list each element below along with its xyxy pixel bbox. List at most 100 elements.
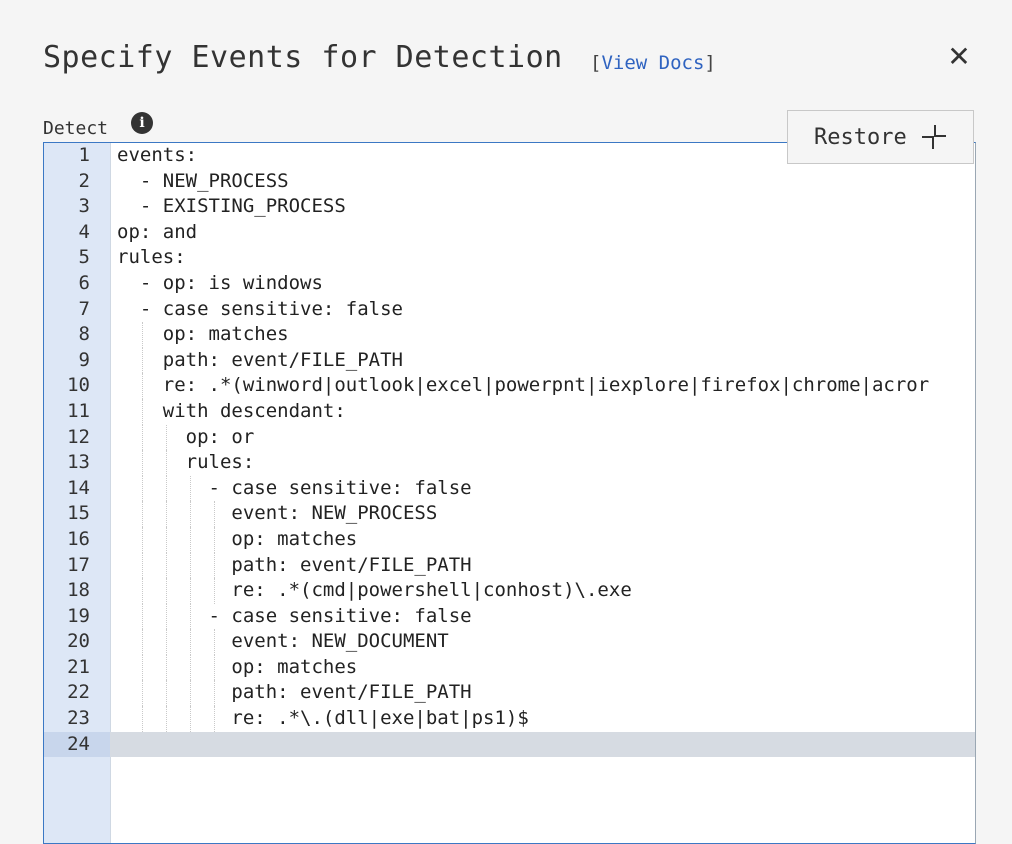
line-number-text: 23 bbox=[67, 707, 90, 730]
line-number: 3 bbox=[44, 194, 90, 220]
line-number: 13 bbox=[44, 450, 90, 476]
docs-bracket-open: [ bbox=[590, 52, 602, 74]
code-text: with descendant: bbox=[117, 399, 346, 422]
editor-line[interactable]: 21 op: matches bbox=[44, 654, 975, 681]
editor-line[interactable]: 13 rules: bbox=[44, 450, 975, 476]
code-text: rules: bbox=[117, 246, 186, 269]
code-text: - NEW_PROCESS bbox=[117, 169, 289, 192]
editor-line[interactable]: 5 rules: bbox=[44, 245, 975, 271]
line-number: 2 bbox=[44, 169, 90, 195]
code-text: - case sensitive: false bbox=[117, 297, 403, 320]
line-number-text: 16 bbox=[67, 527, 90, 550]
line-number: 19 bbox=[44, 604, 90, 630]
line-number: 20 bbox=[44, 629, 90, 655]
code-text: rules: bbox=[117, 451, 255, 474]
code-text: re: .*(winword|outlook|excel|powerpnt|ie… bbox=[117, 374, 930, 397]
code-text: path: event/FILE_PATH bbox=[117, 553, 472, 576]
line-number: 14 bbox=[44, 476, 90, 502]
editor-line[interactable]: 22 path: event/FILE_PATH bbox=[44, 680, 975, 707]
line-number-text: 15 bbox=[67, 502, 90, 525]
line-number-text: 20 bbox=[67, 630, 90, 653]
line-number: 11 bbox=[44, 399, 90, 425]
line-number: 12 bbox=[44, 425, 90, 451]
editor-line[interactable]: 6 - op: is windows bbox=[44, 271, 975, 297]
line-number: 15 bbox=[44, 501, 90, 527]
editor-line[interactable]: 24 bbox=[44, 731, 975, 758]
line-number-text: 5 bbox=[78, 246, 90, 269]
editor-line[interactable]: 23 re: .*\.(dll|exe|bat|ps1)$ bbox=[44, 706, 975, 732]
info-icon[interactable]: i bbox=[131, 112, 153, 134]
line-number: 1 bbox=[44, 143, 90, 169]
line-number-text: 18 bbox=[67, 579, 90, 602]
line-number-text: 7 bbox=[78, 297, 90, 320]
editor-line[interactable]: 10 re: .*(winword|outlook|excel|powerpnt… bbox=[44, 373, 975, 399]
line-number-text: 10 bbox=[67, 374, 90, 397]
code-text: event: NEW_DOCUMENT bbox=[117, 630, 449, 653]
detect-label: Detect bbox=[43, 118, 109, 139]
editor-line[interactable]: 11 with descendant: bbox=[44, 398, 975, 425]
code-text: op: matches bbox=[117, 323, 289, 346]
line-number-text: 19 bbox=[67, 604, 90, 627]
editor-lines: 1 events: 2 - NEW_PROCESS 3 - EXISTING_PROC… bbox=[44, 143, 975, 758]
line-number-text: 24 bbox=[67, 732, 90, 755]
code-text: op: matches bbox=[117, 655, 358, 678]
line-number: 5 bbox=[44, 245, 90, 271]
line-number: 10 bbox=[44, 373, 90, 399]
line-number-text: 21 bbox=[67, 655, 90, 678]
code-text: path: event/FILE_PATH bbox=[117, 348, 403, 371]
code-text: op: and bbox=[117, 220, 198, 243]
editor-line[interactable]: 15 event: NEW_PROCESS bbox=[44, 501, 975, 527]
editor-line[interactable]: 18 re: .*(cmd|powershell|conhost)\.exe bbox=[44, 578, 975, 604]
editor-line[interactable]: 4 op: and bbox=[44, 220, 975, 246]
line-number-text: 2 bbox=[78, 169, 90, 192]
editor-line[interactable]: 20 event: NEW_DOCUMENT bbox=[44, 629, 975, 655]
code-text: op: or bbox=[117, 425, 255, 448]
code-text: re: .*\.(dll|exe|bat|ps1)$ bbox=[117, 707, 529, 730]
line-number: 21 bbox=[44, 655, 90, 681]
code-text: path: event/FILE_PATH bbox=[117, 681, 472, 704]
line-number-text: 4 bbox=[78, 220, 90, 243]
line-number-text: 13 bbox=[67, 451, 90, 474]
code-text: event: NEW_PROCESS bbox=[117, 502, 438, 525]
editor-line[interactable]: 17 path: event/FILE_PATH bbox=[44, 552, 975, 579]
restore-label: Restore bbox=[814, 124, 907, 150]
editor-line[interactable]: 8 op: matches bbox=[44, 322, 975, 348]
code-text: - case sensitive: false bbox=[117, 476, 472, 499]
line-number-text: 9 bbox=[78, 348, 90, 371]
code-text: - EXISTING_PROCESS bbox=[117, 195, 346, 218]
line-number: 8 bbox=[44, 322, 90, 348]
code-text: - op: is windows bbox=[117, 271, 323, 294]
code-text: op: matches bbox=[117, 527, 358, 550]
code-text: re: .*(cmd|powershell|conhost)\.exe bbox=[117, 579, 632, 602]
line-number-text: 14 bbox=[67, 476, 90, 499]
editor-line[interactable]: 2 - NEW_PROCESS bbox=[44, 169, 975, 195]
code-editor[interactable]: 1 events: 2 - NEW_PROCESS 3 - EXISTING_PROC… bbox=[43, 142, 976, 844]
restore-button[interactable]: Restore bbox=[787, 110, 974, 164]
line-number: 7 bbox=[44, 297, 90, 323]
line-number-text: 3 bbox=[78, 195, 90, 218]
line-number-text: 8 bbox=[78, 323, 90, 346]
collapse-icon bbox=[921, 124, 947, 150]
docs-bracket-close: ] bbox=[704, 52, 716, 74]
editor-line[interactable]: 3 - EXISTING_PROCESS bbox=[44, 194, 975, 220]
line-number: 18 bbox=[44, 578, 90, 604]
line-number: 17 bbox=[44, 553, 90, 579]
dialog-title: Specify Events for Detection bbox=[43, 40, 563, 75]
editor-line[interactable]: 7 - case sensitive: false bbox=[44, 297, 975, 323]
line-number: 23 bbox=[44, 706, 90, 732]
code-text: - case sensitive: false bbox=[117, 604, 472, 627]
view-docs-link[interactable]: View Docs bbox=[601, 52, 704, 74]
editor-line[interactable]: 12 op: or bbox=[44, 424, 975, 451]
editor-line[interactable]: 19 - case sensitive: false bbox=[44, 603, 975, 630]
line-number-text: 22 bbox=[67, 681, 90, 704]
line-number: 4 bbox=[44, 220, 90, 246]
line-number: 22 bbox=[44, 680, 90, 706]
docs-link-wrapper: [View Docs] bbox=[590, 52, 716, 74]
line-number-text: 1 bbox=[78, 144, 90, 166]
editor-line[interactable]: 16 op: matches bbox=[44, 526, 975, 553]
code-text: events: bbox=[117, 144, 198, 166]
close-icon[interactable]: ✕ bbox=[945, 40, 973, 74]
line-number-text: 6 bbox=[78, 271, 90, 294]
editor-line[interactable]: 14 - case sensitive: false bbox=[44, 475, 975, 502]
editor-line[interactable]: 9 path: event/FILE_PATH bbox=[44, 347, 975, 374]
